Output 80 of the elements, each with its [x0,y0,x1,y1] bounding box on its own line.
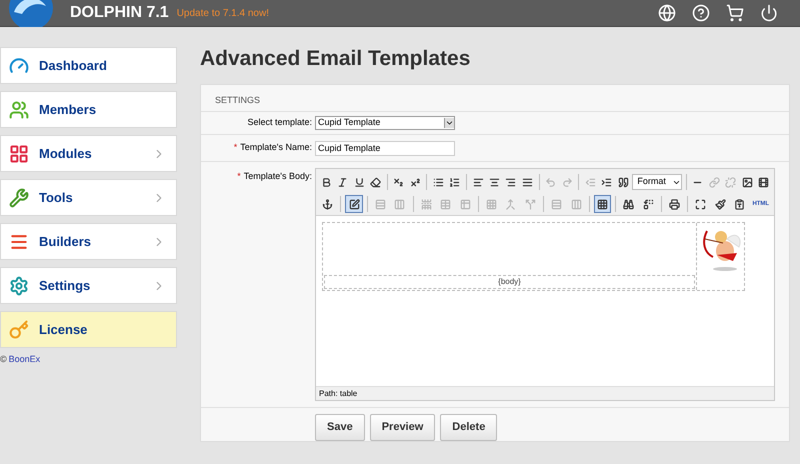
table-cell[interactable]: {body} [324,275,695,289]
brush-icon [714,198,726,210]
sidebar-label: Dashboard [39,56,107,75]
align-center-icon [489,176,500,188]
required-mark: * [237,171,241,181]
align-right-icon [505,176,516,188]
image-icon [742,176,753,188]
cart-icon[interactable] [726,4,744,22]
bullet-list-icon [432,176,444,188]
italic-icon [337,176,348,188]
align-justify-icon [522,176,533,188]
sidebar-label: Settings [39,276,90,295]
merge-icon [505,198,516,210]
align-left-icon [472,176,484,188]
sidebar-label: License [39,320,88,339]
table-icon [460,198,471,210]
caret-icon [444,118,454,128]
sidebar-item[interactable]: Tools [0,179,177,216]
table-columns-icon [570,198,582,210]
redo-icon [562,176,573,188]
clipboard-icon [734,198,746,210]
page-title: Advanced Email Templates [200,46,472,72]
link-icon [708,176,720,188]
section-title: SETTINGS [201,85,789,112]
outdent-icon [584,176,596,188]
sidebar-item[interactable]: Modules [0,135,177,172]
sidebar-label: Tools [39,188,73,207]
sidebar-item[interactable]: Builders [0,223,177,260]
copyright-sign: © [0,353,7,366]
template-select[interactable]: Cupid Template [315,116,455,130]
sidebar-label: Builders [39,232,92,251]
format-select[interactable]: Format [632,174,682,190]
form-button[interactable]: Preview [370,414,436,441]
form-button[interactable]: Save [315,414,365,441]
edit-icon [348,198,360,210]
unlink-icon [725,176,736,188]
brand-title: DOLPHIN 7.1 [70,3,169,23]
undo-icon [545,176,556,188]
split-icon [524,198,536,210]
indent-icon [601,176,612,188]
form-button[interactable]: Delete [440,414,498,441]
field-label: Template's Name: [240,142,312,152]
sidebar-item[interactable]: Dashboard [0,47,177,84]
table-columns-icon [394,198,406,210]
globe-icon[interactable] [658,4,676,22]
path-bar: Path: table [316,386,774,400]
superscript-icon [410,176,421,188]
grid-icon [486,198,497,210]
toolbar-button[interactable] [345,195,363,213]
printer-icon [669,198,680,210]
bold-icon [320,176,332,188]
subscript-icon [393,176,404,188]
required-mark: * [234,142,238,152]
maximize-icon [695,198,706,210]
table-rows-icon [374,198,386,210]
field-label: Select template: [247,117,312,128]
underline-icon [354,176,365,188]
field-label: Template's Body: [244,171,312,181]
boonex-link[interactable]: BoonEx [8,353,40,366]
sidebar-item[interactable]: License [0,311,177,348]
table-rows-icon [551,198,562,210]
sidebar-label: Members [39,100,96,119]
name-field[interactable]: Cupid Template [315,140,455,156]
eraser-icon [370,176,382,188]
grid-icon [596,198,608,210]
binoculars-icon [623,198,634,210]
film-icon [758,176,770,188]
replace-icon [642,198,654,210]
table-split-icon [420,198,432,210]
sidebar-item[interactable]: Settings [0,267,177,304]
toolbar-button[interactable] [594,195,612,213]
power-icon[interactable] [760,4,778,22]
anchor-icon [322,198,334,210]
help-icon[interactable] [692,4,710,22]
table-icon [440,198,452,210]
sidebar-label: Modules [39,144,92,163]
numbered-list-icon [449,176,460,188]
sidebar-item[interactable]: Members [0,91,177,128]
quote-icon [618,176,629,188]
body-placeholder: {body} [498,276,521,288]
